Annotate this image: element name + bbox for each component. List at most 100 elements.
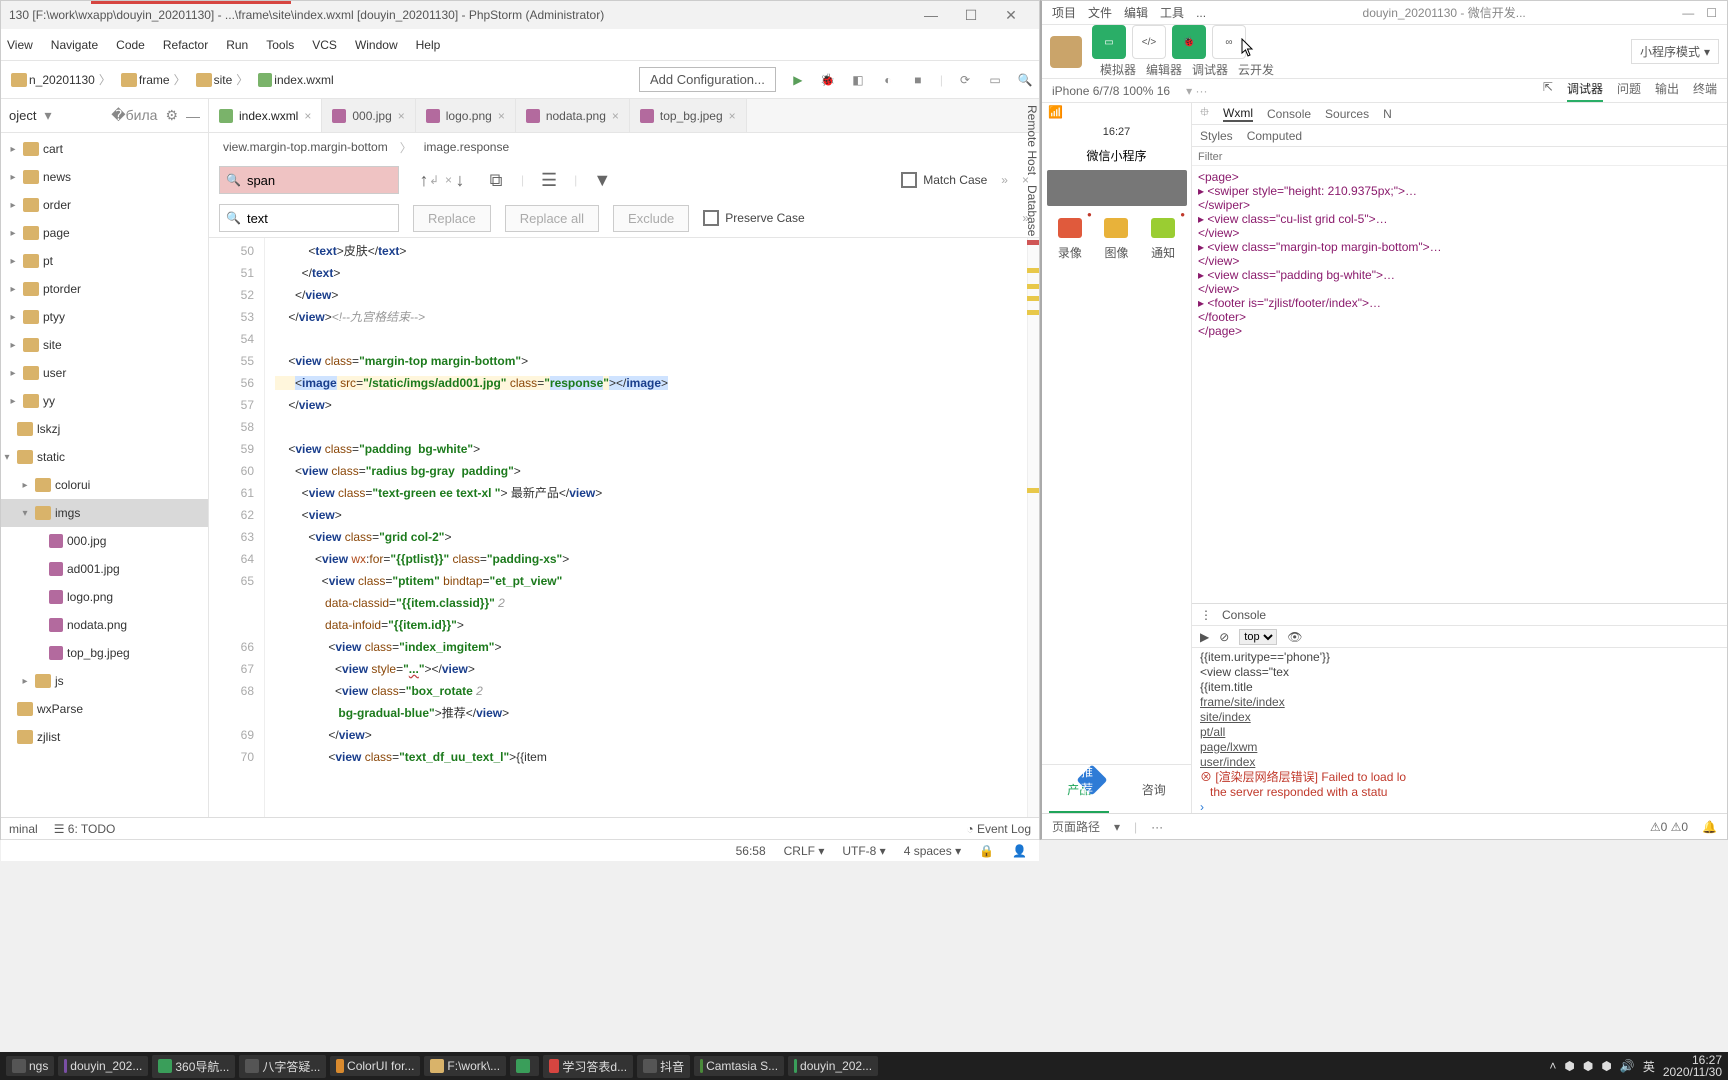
breadcrumb-root[interactable]: n_20201130〉	[7, 71, 117, 88]
editor-button[interactable]: </>	[1132, 25, 1166, 59]
project-toolwindow-header[interactable]: oject ▾ �била ⚙ —	[1, 99, 208, 133]
tree-folder-js[interactable]: ▸js	[1, 667, 208, 695]
tree-folder-zjlist[interactable]: zjlist	[1, 723, 208, 751]
minimize-icon[interactable]: —	[911, 7, 951, 23]
menu-navigate[interactable]: Navigate	[51, 38, 98, 52]
tree-folder-user[interactable]: ▸user	[1, 359, 208, 387]
task-item[interactable]: ColorUI for...	[330, 1056, 420, 1076]
preserve-case-check[interactable]: Preserve Case	[703, 210, 804, 226]
page-path-label[interactable]: 页面路径	[1052, 818, 1100, 835]
insp-sub-styles[interactable]: Styles	[1200, 129, 1233, 143]
close-icon[interactable]: ×	[612, 109, 619, 123]
tree-file-nodatapng[interactable]: nodata.png	[1, 611, 208, 639]
close-icon[interactable]: ✕	[991, 7, 1031, 24]
chevron-down-icon[interactable]: ▾	[44, 107, 51, 124]
close-icon[interactable]: ×	[304, 109, 311, 123]
lock-icon[interactable]: 🔒	[979, 844, 994, 858]
search-icon[interactable]: 🔍	[1017, 72, 1033, 88]
inspect-icon[interactable]: ⇱	[1543, 80, 1553, 102]
insp-tab-wxml[interactable]: Wxml	[1223, 106, 1253, 122]
tree-folder-imgs[interactable]: ▾imgs	[1, 499, 208, 527]
tray-icon[interactable]: ⬢	[1564, 1059, 1574, 1073]
tree-folder-page[interactable]: ▸page	[1, 219, 208, 247]
menu-refactor[interactable]: Refactor	[163, 38, 208, 52]
simulator-button[interactable]: ▭	[1092, 25, 1126, 59]
phone-banner[interactable]	[1047, 170, 1187, 206]
style-filter-input[interactable]	[1198, 151, 1278, 163]
console-scope-select[interactable]: top	[1239, 629, 1277, 645]
tree-folder-pt[interactable]: ▸pt	[1, 247, 208, 275]
menu-window[interactable]: Window	[355, 38, 398, 52]
tree-folder-yy[interactable]: ▸yy	[1, 387, 208, 415]
menu-code[interactable]: Code	[116, 38, 145, 52]
device-select[interactable]: iPhone 6/7/8 100% 16	[1052, 84, 1170, 98]
close-icon[interactable]: ×	[729, 109, 736, 123]
menu-run[interactable]: Run	[226, 38, 248, 52]
add-selection-icon[interactable]: ☰	[538, 170, 560, 191]
tree-folder-cart[interactable]: ▸cart	[1, 135, 208, 163]
system-tray[interactable]: ˄ ⬢ ⬢ ⬢ 🔊 英 16:27 2020/11/30	[1549, 1054, 1722, 1078]
tab-000jpg[interactable]: 000.jpg×	[322, 99, 415, 132]
task-item[interactable]: douyin_202...	[58, 1056, 148, 1076]
wx-menu-tools[interactable]: 工具	[1160, 4, 1184, 21]
find-field[interactable]	[247, 173, 423, 188]
collapse-icon[interactable]: —	[186, 108, 200, 124]
tree-folder-news[interactable]: ▸news	[1, 163, 208, 191]
close-icon[interactable]: ×	[498, 109, 505, 123]
settings-icon[interactable]: �била	[111, 107, 157, 124]
menu-tools[interactable]: Tools	[266, 38, 294, 52]
indent[interactable]: 4 spaces ▾	[904, 844, 961, 858]
coverage-icon[interactable]: ◧	[850, 72, 866, 88]
close-icon[interactable]: ×	[398, 109, 405, 123]
phone-tab-consult[interactable]: 咨询	[1117, 765, 1192, 813]
code-content[interactable]: <text>皮肤</text> </text> </view> </view><…	[265, 238, 1039, 817]
exclude-button[interactable]: Exclude	[613, 205, 689, 232]
remote-host-toolwindow[interactable]: Remote Host	[1019, 105, 1039, 175]
update-icon[interactable]: ⟳	[957, 72, 973, 88]
dom-tree[interactable]: <page> ▸ <swiper style="height: 210.9375…	[1192, 166, 1727, 603]
error-stripe[interactable]	[1027, 238, 1039, 817]
devtab-problems[interactable]: 问题	[1617, 80, 1641, 102]
find-input[interactable]: 🔍 ↲ ×	[219, 166, 399, 194]
terminal-toolwindow[interactable]: minal	[9, 822, 38, 836]
encoding[interactable]: UTF-8 ▾	[842, 844, 885, 858]
breadcrumb-frame[interactable]: frame〉	[117, 71, 192, 88]
project-tree[interactable]: ▸cart ▸news ▸order ▸page ▸pt ▸ptorder ▸p…	[1, 133, 208, 817]
tab-logopng[interactable]: logo.png×	[416, 99, 516, 132]
tray-icon[interactable]: ⬢	[1583, 1059, 1593, 1073]
bell-icon[interactable]: 🔔	[1702, 820, 1717, 834]
tree-folder-site[interactable]: ▸site	[1, 331, 208, 359]
filter-icon[interactable]: ▼	[591, 170, 613, 191]
tab-nodatapng[interactable]: nodata.png×	[516, 99, 630, 132]
tab-topbgjpeg[interactable]: top_bg.jpeg×	[630, 99, 747, 132]
console-menu-icon[interactable]: ⋮	[1200, 608, 1212, 622]
wx-menu-edit[interactable]: 编辑	[1124, 4, 1148, 21]
phone-icon-record[interactable]: ● 录像	[1058, 218, 1082, 261]
menu-vcs[interactable]: VCS	[312, 38, 337, 52]
tray-icon[interactable]: ⬢	[1601, 1059, 1611, 1073]
task-item[interactable]: douyin_202...	[788, 1056, 878, 1076]
bc-image[interactable]: image.response	[424, 140, 509, 154]
phone-icon-image[interactable]: 图像	[1104, 218, 1128, 261]
presentation-icon[interactable]: ▭	[987, 72, 1003, 88]
task-item[interactable]: Camtasia S...	[694, 1056, 784, 1076]
insp-sub-computed[interactable]: Computed	[1247, 129, 1302, 143]
breadcrumb-file[interactable]: index.wxml	[254, 73, 337, 87]
tree-folder-static[interactable]: ▾static	[1, 443, 208, 471]
console-play-icon[interactable]: ▶	[1200, 630, 1209, 644]
phone-tab-product[interactable]: 产品 推荐	[1042, 765, 1117, 813]
stop-icon[interactable]: ■	[910, 72, 926, 88]
wx-menu-more[interactable]: ...	[1196, 6, 1206, 20]
match-case-check[interactable]: Match Case	[901, 172, 987, 188]
mode-select[interactable]: 小程序模式 ▾	[1631, 39, 1719, 64]
database-toolwindow[interactable]: Database	[1019, 185, 1039, 236]
cloud-button[interactable]: ∞	[1212, 25, 1246, 59]
profile-icon[interactable]: ◐	[880, 72, 896, 88]
task-item[interactable]: 抖音	[637, 1055, 690, 1078]
phpstorm-titlebar[interactable]: 130 [F:\work\wxapp\douyin_20201130] - ..…	[1, 1, 1039, 29]
tree-file-logopng[interactable]: logo.png	[1, 583, 208, 611]
task-item[interactable]: F:\work\...	[424, 1056, 506, 1076]
todo-toolwindow[interactable]: ☰ 6: TODO	[54, 822, 116, 836]
task-item[interactable]: 360导航...	[152, 1055, 235, 1078]
warnings[interactable]: ⚠0 ⚠0	[1650, 820, 1688, 834]
